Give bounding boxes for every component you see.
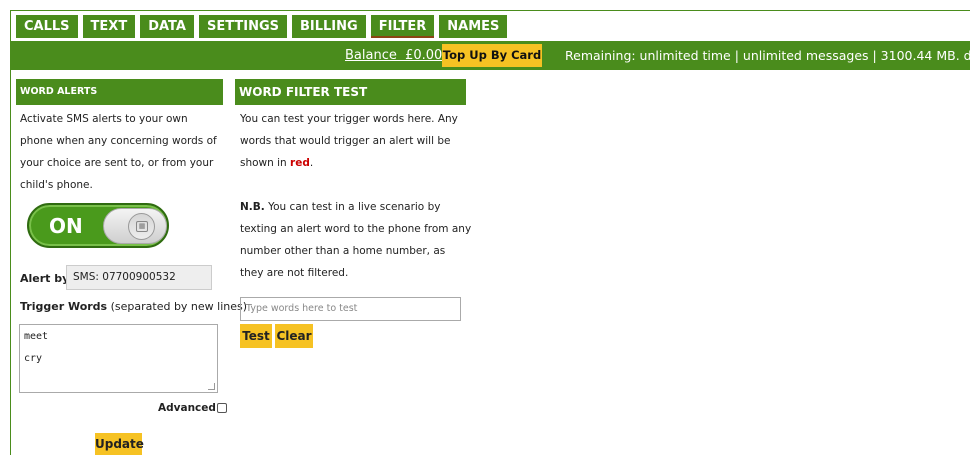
nb-text: You can test in a live scenario by texti…: [240, 201, 472, 279]
toggle-knob: ▦: [103, 208, 167, 244]
tab-text[interactable]: TEXT: [82, 15, 136, 38]
filter-intro-end: .: [309, 157, 314, 169]
trigger-words-label: Trigger Words (separated by new lines): [20, 300, 247, 313]
remaining-status: Remaining: unlimited time | unlimited me…: [565, 48, 970, 63]
trigger-words-label-bold: Trigger Words: [20, 300, 108, 313]
filter-intro-text: You can test your trigger words here. An…: [240, 113, 458, 169]
update-button[interactable]: Update: [95, 433, 144, 455]
word-filter-heading: WORD FILTER TEST: [235, 79, 466, 105]
tab-settings[interactable]: SETTINGS: [198, 15, 287, 38]
word-alerts-heading: WORD ALERTS: [16, 79, 223, 105]
tab-filter[interactable]: FILTER: [370, 15, 435, 38]
resize-handle[interactable]: [208, 383, 215, 390]
advanced-label: Advanced: [158, 402, 216, 414]
alert-by-field: SMS: 07700900532: [66, 265, 212, 290]
red-highlight-text: red: [290, 157, 310, 169]
test-button[interactable]: Test: [240, 324, 272, 348]
nav-tabs: CALLS TEXT DATA SETTINGS BILLING FILTER …: [16, 15, 508, 38]
toggle-on-label: ON: [49, 214, 83, 238]
tab-calls[interactable]: CALLS: [16, 15, 78, 38]
advanced-option: Advanced: [158, 402, 227, 414]
tab-billing[interactable]: BILLING: [291, 15, 366, 38]
balance-link[interactable]: Balance £0.00: [345, 48, 442, 63]
trigger-words-label-hint: (separated by new lines): [107, 300, 248, 313]
toggle-knob-button: ▦: [128, 213, 155, 240]
advanced-checkbox[interactable]: [216, 403, 227, 413]
word-alerts-description: Activate SMS alerts to your own phone wh…: [20, 113, 217, 191]
phone-signal-icon: ▦: [136, 221, 148, 232]
balance-bar: Balance £0.00 Top Up By Card Remaining: …: [11, 41, 970, 70]
alerts-toggle-switch[interactable]: ON ▦: [27, 203, 169, 248]
test-words-input[interactable]: Type words here to test: [240, 297, 461, 321]
nb-label: N.B.: [240, 201, 265, 213]
word-filter-description: You can test your trigger words here. An…: [240, 108, 472, 284]
trigger-words-textarea[interactable]: meet cry: [19, 324, 218, 393]
trigger-words-value: meet cry: [24, 331, 49, 364]
clear-button[interactable]: Clear: [275, 324, 313, 348]
tab-data[interactable]: DATA: [140, 15, 194, 38]
tab-names[interactable]: NAMES: [439, 15, 508, 38]
top-up-button[interactable]: Top Up By Card: [442, 44, 542, 67]
